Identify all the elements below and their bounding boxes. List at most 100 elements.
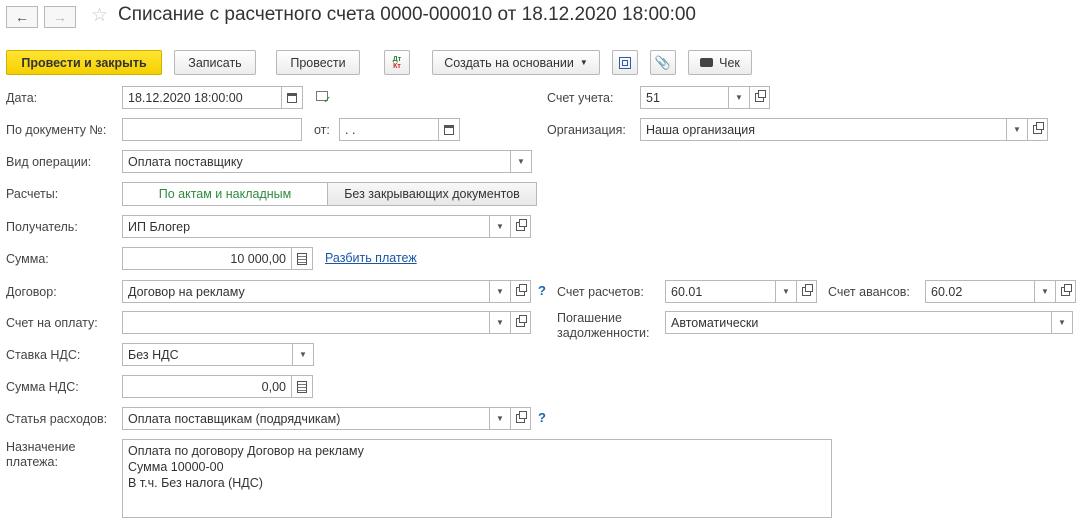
account-dropdown-button[interactable]: ▼ <box>729 86 750 109</box>
chevron-down-icon: ▼ <box>579 58 588 67</box>
open-icon <box>516 284 527 296</box>
account-open-button[interactable] <box>750 86 770 109</box>
open-icon <box>516 411 527 423</box>
post-button[interactable]: Провести <box>276 50 360 75</box>
advance-account-open-button[interactable] <box>1056 280 1076 303</box>
vat-rate-dropdown-button[interactable]: ▼ <box>293 343 314 366</box>
printer-icon <box>700 58 714 67</box>
chevron-down-icon: ▼ <box>496 222 504 231</box>
recipient-label: Получатель: <box>6 220 78 234</box>
invoice-input[interactable] <box>122 311 490 334</box>
doc-number-input[interactable] <box>122 118 302 141</box>
contract-dropdown-button[interactable]: ▼ <box>490 280 511 303</box>
chevron-down-icon: ▼ <box>517 157 525 166</box>
open-icon <box>516 315 527 327</box>
contract-help-icon[interactable]: ? <box>538 283 546 298</box>
calendar-icon <box>444 124 454 135</box>
split-payment-link[interactable]: Разбить платеж <box>325 251 417 265</box>
settlement-account-open-button[interactable] <box>797 280 817 303</box>
operation-type-input[interactable]: Оплата поставщику <box>122 150 511 173</box>
account-input[interactable]: 51 <box>640 86 729 109</box>
organization-label: Организация: <box>547 123 626 137</box>
star-icon[interactable]: ☆ <box>91 4 108 27</box>
amount-calculator-button[interactable] <box>292 247 313 270</box>
advance-account-label: Счет авансов: <box>828 285 910 299</box>
open-icon <box>1033 122 1044 134</box>
operation-type-dropdown-button[interactable]: ▼ <box>511 150 532 173</box>
operation-type-label: Вид операции: <box>6 155 92 169</box>
expense-item-help-icon[interactable]: ? <box>538 410 546 425</box>
structure-button[interactable] <box>612 50 638 75</box>
doc-date-input[interactable]: . . <box>339 118 439 141</box>
debt-repayment-label-line2: задолженности: <box>557 326 650 340</box>
expense-item-input[interactable]: Оплата поставщикам (подрядчикам) <box>122 407 490 430</box>
purpose-line: В т.ч. Без налога (НДС) <box>128 476 263 490</box>
advance-account-dropdown-button[interactable]: ▼ <box>1035 280 1056 303</box>
receipt-label: Чек <box>719 55 740 70</box>
arrow-right-icon: → <box>53 9 67 25</box>
purpose-label-line1: Назначение <box>6 440 76 454</box>
open-icon <box>802 284 813 296</box>
recipient-input[interactable]: ИП Блогер <box>122 215 490 238</box>
settlement-account-label: Счет расчетов: <box>557 285 644 299</box>
create-based-label: Создать на основании <box>444 55 574 70</box>
contract-label: Договор: <box>6 285 57 299</box>
chevron-down-icon: ▼ <box>496 318 504 327</box>
hierarchy-icon <box>619 56 631 69</box>
purpose-line: Сумма 10000-00 <box>128 460 224 474</box>
chevron-down-icon: ▼ <box>1058 318 1066 327</box>
expense-item-dropdown-button[interactable]: ▼ <box>490 407 511 430</box>
create-based-on-button[interactable]: Создать на основании ▼ <box>432 50 600 75</box>
purpose-line: Оплата по договору Договор на рекламу <box>128 444 364 458</box>
chevron-down-icon: ▼ <box>496 414 504 423</box>
open-icon <box>1061 284 1072 296</box>
page-title: Списание с расчетного счета 0000-000010 … <box>118 4 696 25</box>
vat-rate-input[interactable]: Без НДС <box>122 343 293 366</box>
arrow-left-icon: ← <box>15 9 29 25</box>
organization-input[interactable]: Наша организация <box>640 118 1007 141</box>
settlements-option-no-docs[interactable]: Без закрывающих документов <box>327 182 537 206</box>
date-input[interactable]: 18.12.2020 18:00:00 <box>122 86 282 109</box>
expense-item-open-button[interactable] <box>511 407 531 430</box>
contract-input[interactable]: Договор на рекламу <box>122 280 490 303</box>
date-label: Дата: <box>6 91 38 105</box>
account-label: Счет учета: <box>547 91 614 105</box>
vat-amount-input[interactable]: 0,00 <box>122 375 292 398</box>
save-button[interactable]: Записать <box>174 50 256 75</box>
advance-account-input[interactable]: 60.02 <box>925 280 1035 303</box>
forward-button[interactable]: → <box>44 6 76 28</box>
purpose-label-line2: платежа: <box>6 455 58 469</box>
debt-repayment-input[interactable]: Автоматически <box>665 311 1052 334</box>
open-icon <box>516 219 527 231</box>
doc-date-calendar-button[interactable] <box>439 118 460 141</box>
dt-kt-icon: Дт Кт <box>392 55 402 70</box>
organization-dropdown-button[interactable]: ▼ <box>1007 118 1028 141</box>
chevron-down-icon: ▼ <box>1041 287 1049 296</box>
settlements-option-acts[interactable]: По актам и накладным <box>122 182 328 206</box>
chevron-down-icon: ▼ <box>496 287 504 296</box>
settlements-label: Расчеты: <box>6 187 59 201</box>
amount-input[interactable]: 10 000,00 <box>122 247 292 270</box>
open-icon <box>755 90 766 102</box>
post-and-close-button[interactable]: Провести и закрыть <box>6 50 162 75</box>
settlement-account-dropdown-button[interactable]: ▼ <box>776 280 797 303</box>
settlement-account-input[interactable]: 60.01 <box>665 280 776 303</box>
chevron-down-icon: ▼ <box>1013 125 1021 134</box>
invoice-open-button[interactable] <box>511 311 531 334</box>
receipt-button[interactable]: Чек <box>688 50 752 75</box>
debt-repayment-dropdown-button[interactable]: ▼ <box>1052 311 1073 334</box>
date-calendar-button[interactable] <box>282 86 303 109</box>
vat-amount-calculator-button[interactable] <box>292 375 313 398</box>
organization-open-button[interactable] <box>1028 118 1048 141</box>
dt-kt-button[interactable]: Дт Кт <box>384 50 410 75</box>
back-button[interactable]: ← <box>6 6 38 28</box>
invoice-dropdown-button[interactable]: ▼ <box>490 311 511 334</box>
check-document-icon[interactable]: ✓ <box>316 91 332 106</box>
chevron-down-icon: ▼ <box>735 93 743 102</box>
recipient-open-button[interactable] <box>511 215 531 238</box>
attach-button[interactable]: 📎 <box>650 50 676 75</box>
payment-purpose-textarea[interactable]: Оплата по договору Договор на рекламу Су… <box>122 439 832 518</box>
contract-open-button[interactable] <box>511 280 531 303</box>
amount-label: Сумма: <box>6 252 49 266</box>
recipient-dropdown-button[interactable]: ▼ <box>490 215 511 238</box>
